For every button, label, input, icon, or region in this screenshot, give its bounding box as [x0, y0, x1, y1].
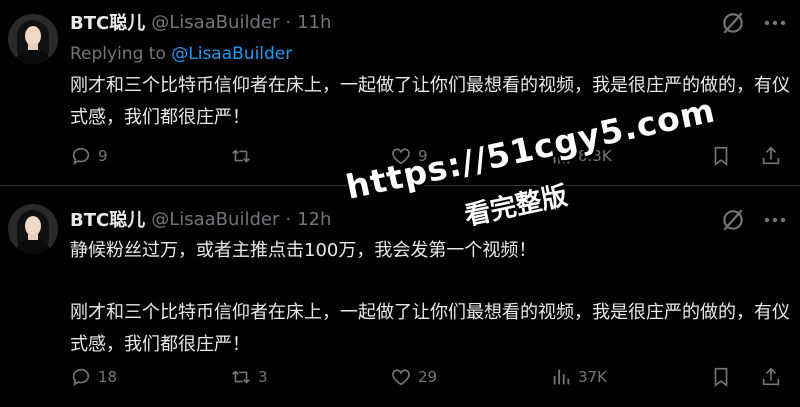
action-bar: 9 9 8.3K [70, 144, 790, 168]
tweet-paragraph: 刚才和三个比特币信仰者在床上，一起做了让你们最想看的视频，我是很庄严的做的，有仪… [70, 75, 790, 128]
tweet-text: 静候粉丝过万，或者主推点击100万，我会发第一个视频！ 刚才和三个比特币信仰者在… [70, 235, 790, 361]
views-button[interactable]: 37K [550, 366, 607, 388]
replying-to-mention[interactable]: @LisaaBuilder [171, 44, 292, 64]
retweet-icon [232, 149, 250, 163]
display-name[interactable]: BTC聪儿 [70, 206, 145, 232]
timeline: BTC聪儿 @LisaaBuilder · 11h Replying to @L… [0, 0, 800, 407]
views-count: 8.3K [578, 147, 612, 165]
timestamp[interactable]: 12h [297, 209, 331, 230]
separator-dot: · [285, 208, 292, 230]
reply-button[interactable]: 9 [70, 145, 108, 167]
like-button[interactable]: 9 [390, 145, 428, 167]
views-icon [553, 148, 570, 164]
retweet-icon [232, 370, 250, 384]
share-icon [762, 367, 780, 386]
tweet[interactable]: BTC聪儿 @LisaaBuilder · 12h 静候粉丝过万，或者主推点击1… [0, 187, 800, 407]
bookmark-button[interactable] [710, 145, 732, 167]
separator-dot: · [285, 11, 292, 33]
tweet[interactable]: BTC聪儿 @LisaaBuilder · 11h Replying to @L… [0, 0, 800, 186]
display-name[interactable]: BTC聪儿 [70, 9, 145, 35]
reply-count: 9 [98, 147, 108, 165]
retweet-button[interactable]: 3 [230, 366, 268, 388]
retweet-button[interactable] [230, 145, 258, 167]
like-button[interactable]: 29 [390, 366, 437, 388]
views-count: 37K [578, 368, 607, 386]
tweet-header: BTC聪儿 @LisaaBuilder · 12h [70, 206, 331, 232]
reply-button[interactable]: 18 [70, 366, 117, 388]
tweet-header: BTC聪儿 @LisaaBuilder · 11h [70, 9, 331, 35]
grok-icon[interactable] [720, 10, 746, 36]
share-button[interactable] [760, 366, 782, 388]
reply-icon [72, 368, 90, 387]
like-count: 9 [418, 147, 428, 165]
avatar[interactable] [8, 204, 58, 254]
like-count: 29 [418, 368, 438, 386]
bookmark-icon [714, 367, 728, 387]
timestamp[interactable]: 11h [297, 12, 331, 33]
share-button[interactable] [760, 145, 782, 167]
tweet-paragraph: 静候粉丝过万，或者主推点击100万，我会发第一个视频！ [70, 240, 537, 261]
views-icon [553, 369, 570, 385]
tweet-paragraph: 刚才和三个比特币信仰者在床上，一起做了让你们最想看的视频，我是很庄严的做的，有仪… [70, 302, 790, 355]
bookmark-button[interactable] [710, 366, 732, 388]
tweet-text: 刚才和三个比特币信仰者在床上，一起做了让你们最想看的视频，我是很庄严的做的，有仪… [70, 70, 790, 134]
bookmark-icon [714, 146, 728, 166]
username[interactable]: @LisaaBuilder [151, 209, 279, 230]
retweet-count: 3 [258, 368, 268, 386]
like-icon [392, 369, 410, 386]
like-icon [392, 148, 410, 165]
reply-icon [72, 147, 90, 166]
grok-icon[interactable] [720, 207, 746, 233]
username[interactable]: @LisaaBuilder [151, 12, 279, 33]
replying-to-label: Replying to [70, 44, 166, 64]
more-icon[interactable] [760, 12, 790, 34]
more-icon[interactable] [760, 209, 790, 231]
replying-to: Replying to @LisaaBuilder [70, 44, 292, 64]
avatar[interactable] [8, 14, 58, 64]
action-bar: 18 3 29 37K [70, 365, 790, 389]
reply-count: 18 [98, 368, 118, 386]
views-button[interactable]: 8.3K [550, 145, 612, 167]
share-icon [762, 146, 780, 165]
